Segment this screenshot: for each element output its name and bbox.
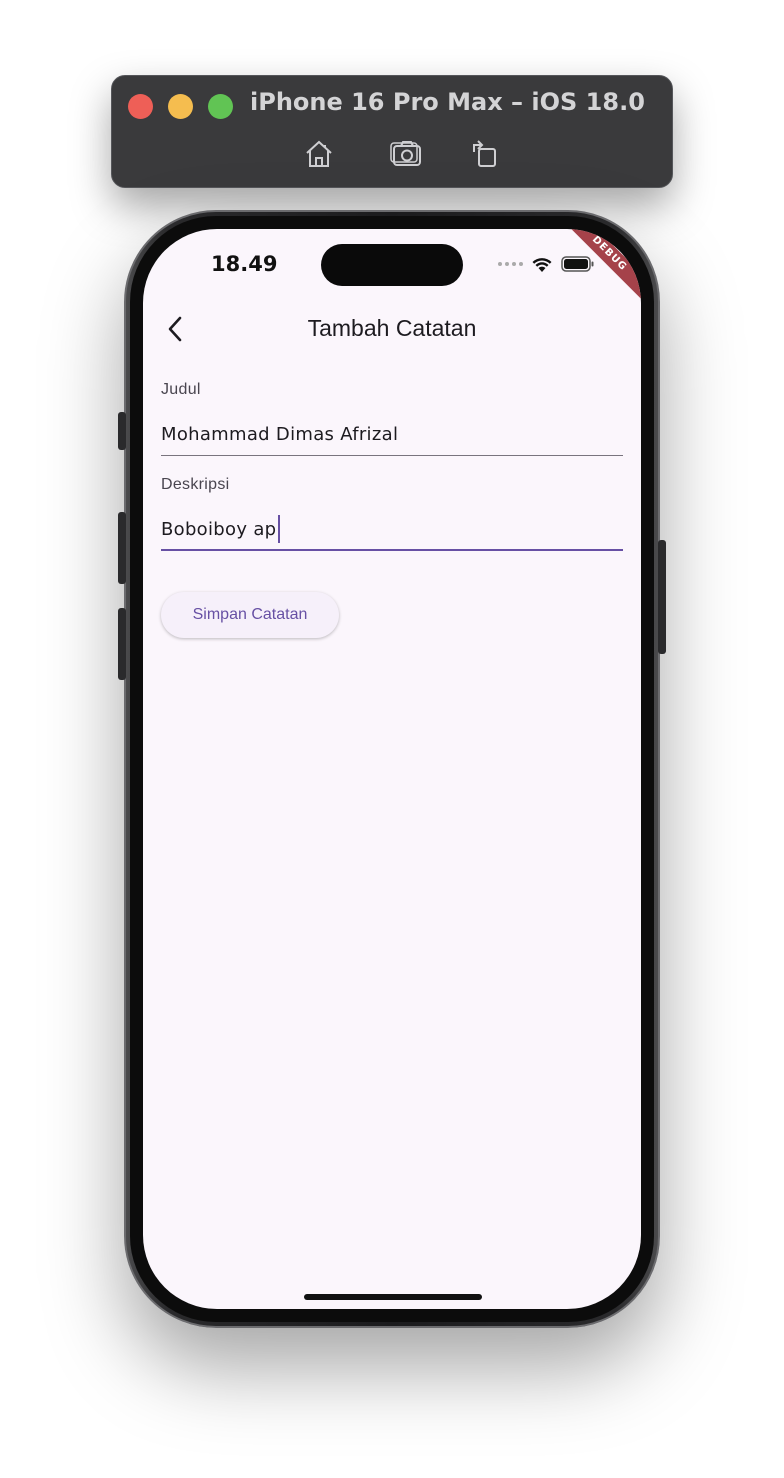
title-field: Judul [161, 381, 623, 457]
phone-screen: 18.49 DEBUG Tambah Catatan Judul Mohamma… [143, 229, 641, 1309]
minimize-window-button[interactable] [168, 94, 193, 119]
description-field-underline [161, 549, 623, 551]
home-button[interactable] [299, 134, 339, 174]
save-note-button[interactable]: Simpan Catatan [161, 592, 339, 638]
power-button[interactable] [658, 540, 666, 654]
screenshot-icon [390, 141, 421, 166]
app-bar: Tambah Catatan [143, 301, 641, 357]
description-field: Deskripsi [161, 476, 623, 552]
title-field-label: Judul [161, 381, 201, 398]
close-window-button[interactable] [128, 94, 153, 119]
simulator-title: iPhone 16 Pro Max – iOS 18.0 [250, 88, 645, 116]
description-input[interactable] [161, 510, 623, 548]
volume-down-button[interactable] [118, 608, 126, 680]
screenshot-button[interactable] [387, 134, 427, 174]
wifi-icon [532, 258, 552, 272]
home-icon [306, 140, 332, 167]
dynamic-island [321, 244, 463, 286]
volume-up-button[interactable] [118, 512, 126, 584]
action-button[interactable] [118, 412, 126, 450]
home-indicator[interactable] [304, 1294, 482, 1300]
description-field-label: Deskripsi [161, 476, 230, 493]
rotate-button[interactable] [465, 134, 505, 174]
text-caret [278, 515, 280, 543]
status-icons [498, 255, 595, 273]
title-field-underline [161, 455, 623, 456]
status-time: 18.49 [211, 252, 278, 276]
simulator-title-bar: iPhone 16 Pro Max – iOS 18.0 [111, 75, 673, 188]
battery-icon [561, 256, 594, 272]
zoom-window-button[interactable] [208, 94, 233, 119]
cellular-signal-icon [498, 262, 523, 266]
title-input[interactable] [161, 415, 623, 453]
page-title: Tambah Catatan [307, 315, 477, 341]
rotate-icon [473, 140, 496, 167]
